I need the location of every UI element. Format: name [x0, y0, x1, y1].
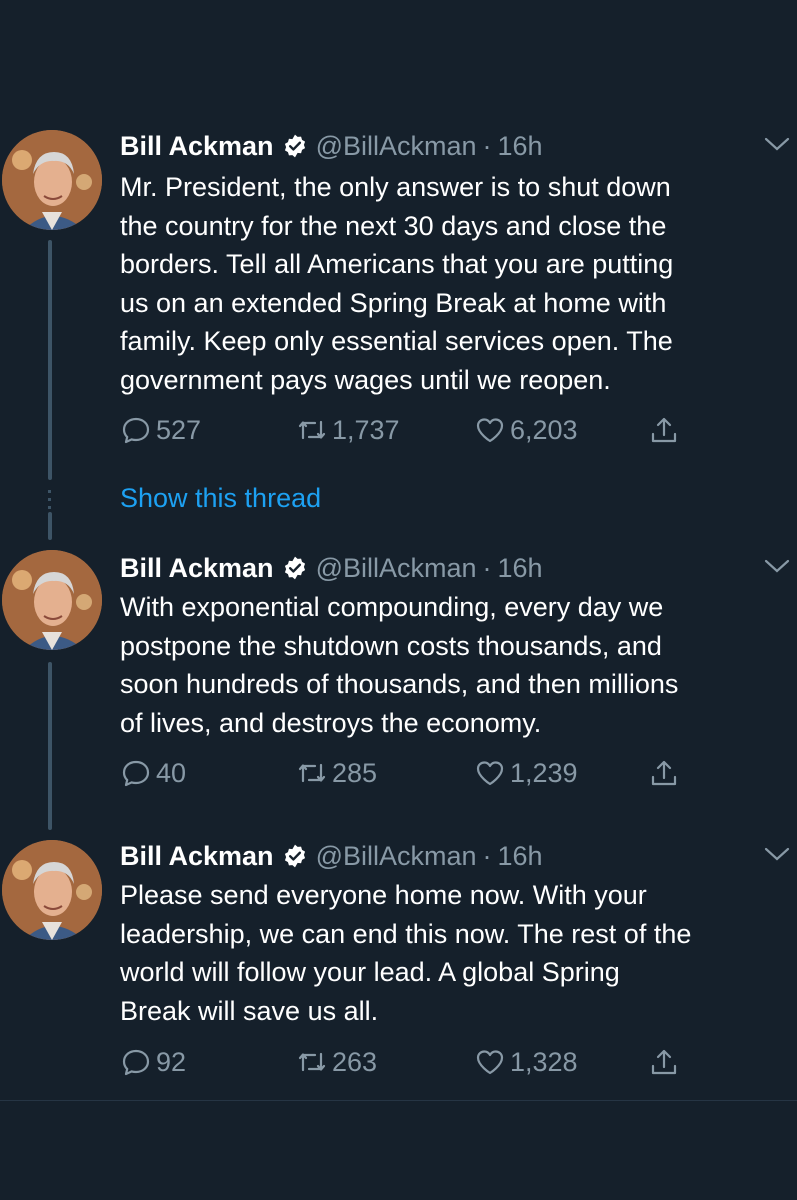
- heart-icon: [476, 418, 504, 443]
- retweet-icon: [298, 1052, 326, 1072]
- separator: ·: [482, 130, 492, 161]
- tweet[interactable]: Bill Ackman @BillAckman · 16h Mr. Presid…: [0, 128, 797, 468]
- reply-icon: [122, 1049, 150, 1076]
- author-name[interactable]: Bill Ackman: [120, 131, 274, 162]
- chevron-down-icon[interactable]: [763, 134, 791, 154]
- avatar[interactable]: [2, 130, 102, 230]
- retweet-icon: [298, 420, 326, 440]
- like-button[interactable]: 6,203: [474, 414, 578, 446]
- tweet-text: Mr. President, the only answer is to shu…: [120, 172, 674, 395]
- tweet-actions: 40 285 1,239: [120, 757, 700, 797]
- timestamp[interactable]: 16h: [498, 131, 543, 162]
- share-button[interactable]: [648, 1046, 684, 1078]
- like-count: 1,239: [510, 757, 578, 788]
- timestamp[interactable]: 16h: [498, 841, 543, 872]
- author-handle[interactable]: @BillAckman: [316, 131, 477, 162]
- separator: ·: [482, 840, 492, 871]
- show-thread-link[interactable]: Show this thread: [120, 483, 321, 514]
- chevron-down-icon[interactable]: [763, 844, 791, 864]
- tweet-actions: 92 263 1,328: [120, 1046, 700, 1086]
- reply-count: 92: [156, 1046, 187, 1077]
- retweet-button[interactable]: 1,737: [296, 414, 400, 446]
- reply-count: 527: [156, 414, 202, 445]
- share-button[interactable]: [648, 414, 684, 446]
- like-count: 6,203: [510, 414, 578, 445]
- heart-icon: [476, 1050, 504, 1075]
- retweet-count: 285: [332, 757, 378, 788]
- retweet-count: 263: [332, 1046, 378, 1077]
- verified-badge-icon: [284, 556, 305, 580]
- tweet-text: With exponential compounding, every day …: [120, 592, 679, 738]
- avatar[interactable]: [2, 840, 102, 940]
- author-handle[interactable]: @BillAckman: [316, 553, 477, 584]
- separator: ·: [482, 552, 492, 583]
- thread-dots: [48, 490, 52, 514]
- author-name[interactable]: Bill Ackman: [120, 841, 274, 872]
- reply-icon: [122, 417, 150, 444]
- tweet[interactable]: Bill Ackman @BillAckman · 16h With expon…: [0, 550, 797, 810]
- thread-line: [48, 512, 52, 540]
- avatar[interactable]: [2, 550, 102, 650]
- retweet-icon: [298, 763, 326, 783]
- reply-button[interactable]: 40: [120, 757, 186, 789]
- verified-badge-icon: [284, 134, 305, 158]
- tweet-text: Please send everyone home now. With your…: [120, 880, 692, 1026]
- chevron-down-icon[interactable]: [763, 556, 791, 576]
- like-button[interactable]: 1,239: [474, 757, 578, 789]
- tweet-actions: 527 1,737 6,203: [120, 414, 700, 454]
- retweet-button[interactable]: 263: [296, 1046, 377, 1078]
- reply-icon: [122, 760, 150, 787]
- like-button[interactable]: 1,328: [474, 1046, 578, 1078]
- timestamp[interactable]: 16h: [498, 553, 543, 584]
- share-icon: [651, 760, 677, 786]
- tweet[interactable]: Bill Ackman @BillAckman · 16h Please sen…: [0, 838, 797, 1098]
- retweet-button[interactable]: 285: [296, 757, 377, 789]
- tweet-header: Bill Ackman @BillAckman · 16h: [120, 128, 543, 164]
- share-icon: [651, 1049, 677, 1075]
- divider: [0, 1100, 797, 1101]
- share-icon: [651, 417, 677, 443]
- like-count: 1,328: [510, 1046, 578, 1077]
- reply-button[interactable]: 527: [120, 414, 201, 446]
- verified-badge-icon: [284, 844, 305, 868]
- heart-icon: [476, 761, 504, 786]
- tweet-header: Bill Ackman @BillAckman · 16h: [120, 550, 543, 586]
- retweet-count: 1,737: [332, 414, 400, 445]
- reply-count: 40: [156, 757, 187, 788]
- tweet-header: Bill Ackman @BillAckman · 16h: [120, 838, 543, 874]
- author-handle[interactable]: @BillAckman: [316, 841, 477, 872]
- reply-button[interactable]: 92: [120, 1046, 186, 1078]
- author-name[interactable]: Bill Ackman: [120, 553, 274, 584]
- share-button[interactable]: [648, 757, 684, 789]
